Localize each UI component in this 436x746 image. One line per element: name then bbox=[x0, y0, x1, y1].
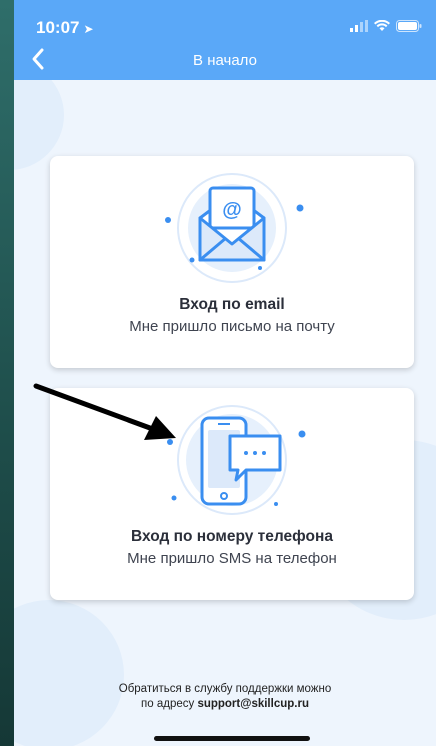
wifi-icon bbox=[374, 20, 390, 31]
svg-text:@: @ bbox=[222, 199, 242, 221]
location-icon: ➤ bbox=[83, 22, 94, 36]
phone-screen: 10:07 ➤ В начало @ Вход по email Мне при… bbox=[14, 0, 436, 746]
status-time-text: 10:07 bbox=[36, 18, 80, 37]
phone-sms-icon bbox=[167, 405, 306, 515]
support-line-2: по адресу support@skillcup.ru bbox=[14, 697, 436, 712]
status-time: 10:07 ➤ bbox=[36, 18, 94, 38]
support-line-2-prefix: по адресу bbox=[141, 698, 198, 710]
support-footer: Обратиться в службу поддержки можно по а… bbox=[14, 682, 436, 712]
status-icons bbox=[350, 20, 422, 32]
support-line-1: Обратиться в службу поддержки можно bbox=[118, 683, 332, 695]
slide-frame bbox=[0, 0, 14, 746]
home-indicator bbox=[154, 736, 310, 741]
signal-icon bbox=[350, 20, 368, 32]
login-email-title: Вход по email bbox=[179, 296, 285, 313]
support-email-link[interactable]: support@skillcup.ru bbox=[197, 698, 309, 710]
login-phone-card[interactable]: Вход по номеру телефона Мне пришло SMS н… bbox=[50, 388, 414, 600]
login-phone-title: Вход по номеру телефона bbox=[131, 528, 333, 545]
login-email-card[interactable]: @ Вход по email Мне пришло письмо на поч… bbox=[50, 156, 414, 368]
login-phone-subtitle: Мне пришло SMS на телефон bbox=[127, 550, 337, 567]
header-bar: 10:07 ➤ В начало bbox=[14, 0, 436, 80]
login-email-subtitle: Мне пришло письмо на почту bbox=[129, 318, 335, 335]
battery-icon bbox=[396, 20, 422, 32]
nav-title: В начало bbox=[193, 52, 257, 69]
envelope-icon: @ bbox=[165, 173, 304, 283]
background-blob bbox=[14, 600, 124, 746]
